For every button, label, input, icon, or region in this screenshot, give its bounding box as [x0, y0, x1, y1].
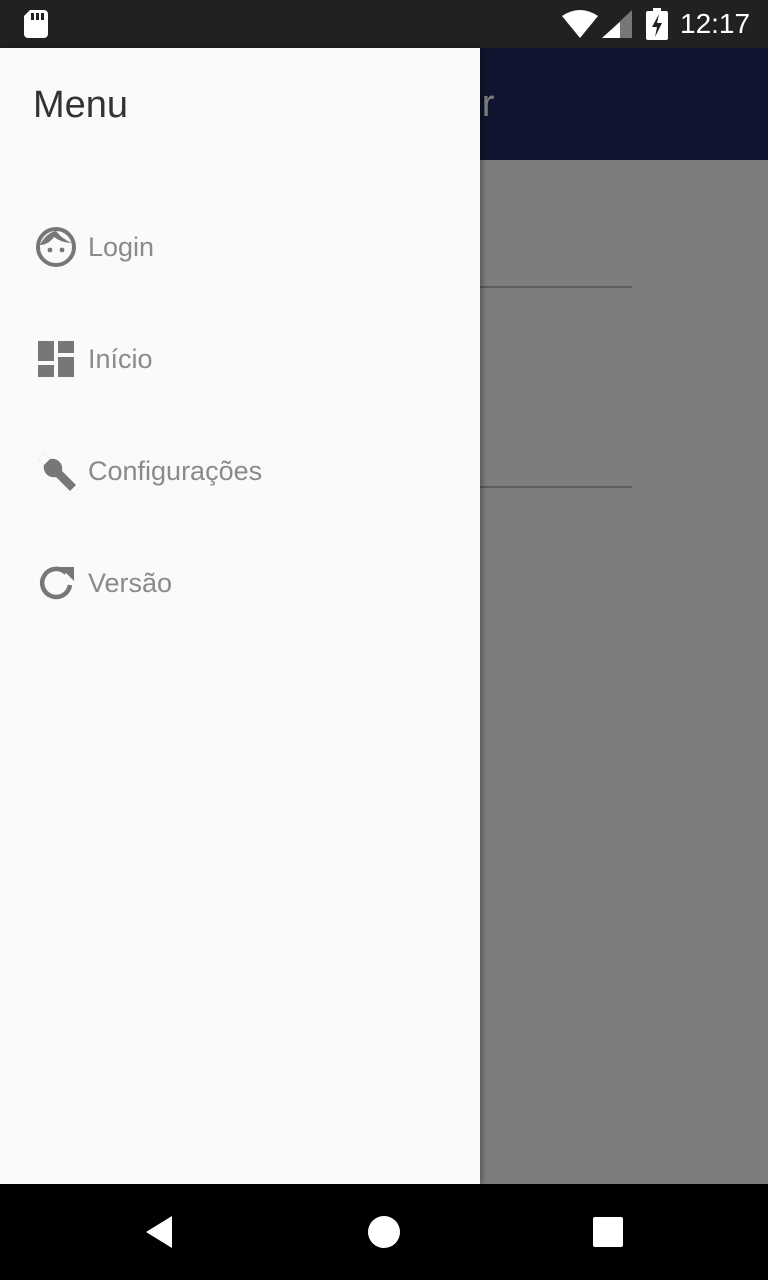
wifi-icon — [562, 10, 598, 38]
drawer-title: Menu — [33, 84, 129, 126]
face-icon — [36, 227, 76, 267]
drawer-item-label: Versão — [88, 568, 173, 598]
navigation-drawer: Menu Login Início Configurações Versão — [0, 48, 480, 1184]
drawer-item-label: Login — [88, 232, 155, 262]
home-icon[interactable] — [360, 1208, 408, 1256]
drawer-item-label: Início — [88, 344, 153, 374]
dashboard-icon — [38, 341, 74, 377]
status-clock: 12:17 — [680, 8, 751, 39]
screen: 12:17 tor Menu Login — [0, 0, 768, 1280]
back-icon[interactable] — [136, 1208, 184, 1256]
drawer-item-label: Configurações — [88, 456, 263, 486]
wrench-icon — [38, 453, 76, 491]
system-nav-bar — [0, 1184, 768, 1280]
refresh-icon — [39, 566, 74, 600]
battery-charging-icon — [646, 8, 668, 40]
cell-signal-icon — [602, 10, 632, 38]
drawer-item-inicio[interactable]: Início — [0, 311, 480, 407]
sd-card-icon — [24, 10, 48, 38]
recents-icon[interactable] — [584, 1208, 632, 1256]
status-bar: 12:17 — [0, 0, 768, 48]
drawer-item-versao[interactable]: Versão — [0, 535, 480, 631]
drawer-item-configuracoes[interactable]: Configurações — [0, 423, 480, 519]
drawer-item-login[interactable]: Login — [0, 199, 480, 295]
